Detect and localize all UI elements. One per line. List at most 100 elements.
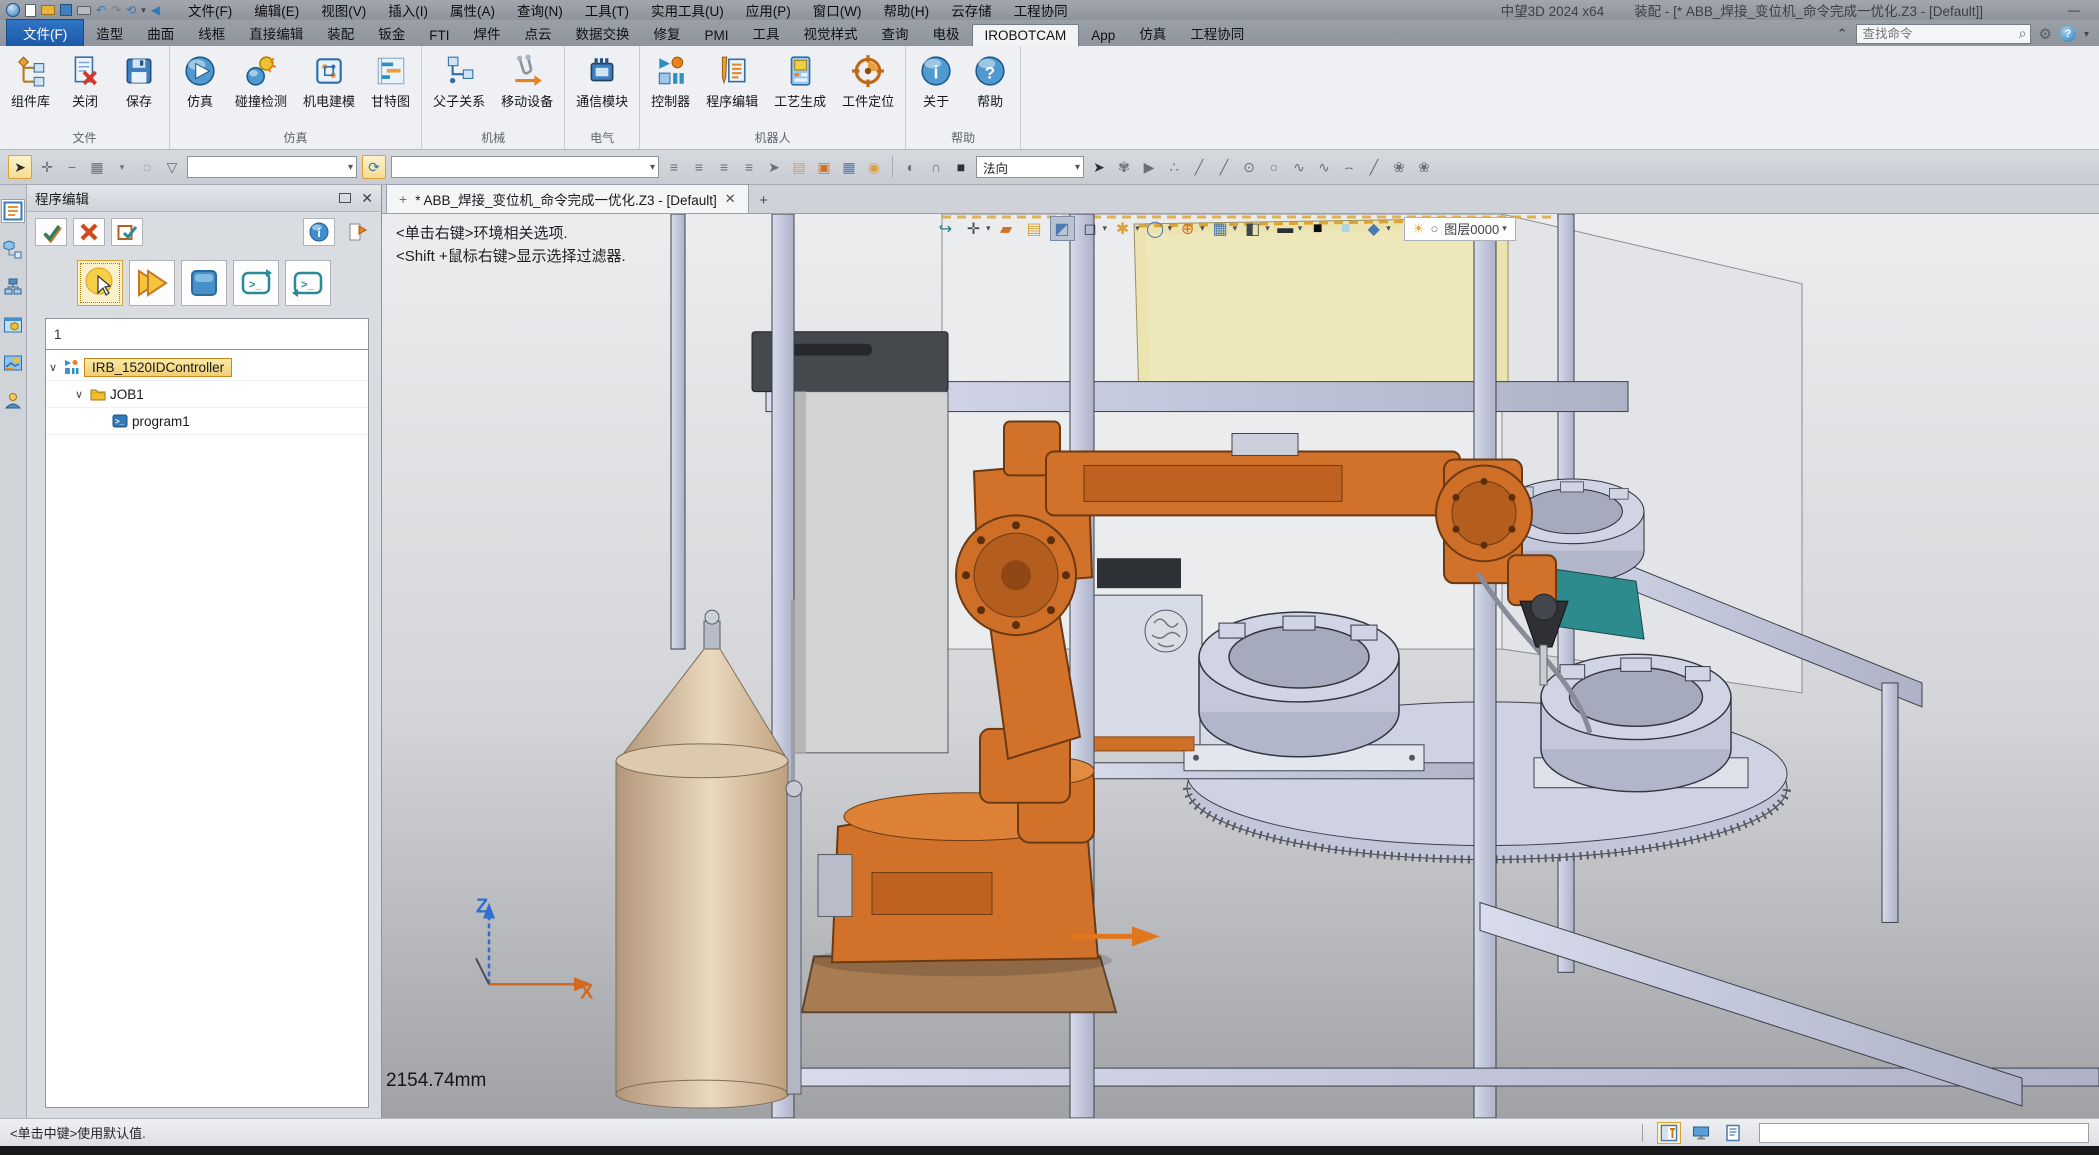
- pan-icon[interactable]: ✛: [961, 216, 986, 241]
- bom-box-icon[interactable]: ▤: [1022, 216, 1047, 241]
- eraser-icon[interactable]: ▰: [994, 216, 1019, 241]
- arc3-icon[interactable]: ⌢: [1339, 159, 1359, 176]
- document-tab[interactable]: + * ABB_焊接_变位机_命令完成一优化.Z3 - [Default] ✕: [386, 184, 749, 213]
- menu-item-collaboration[interactable]: 工程协同: [1004, 0, 1078, 21]
- points-icon[interactable]: ∴: [1164, 159, 1184, 176]
- regen-icon[interactable]: ⟳: [362, 155, 386, 179]
- circle-center-icon[interactable]: ⊙: [1239, 159, 1259, 176]
- layer-selector[interactable]: ☀ ○ 图层0000 ▾: [1404, 217, 1516, 241]
- tab-point-cloud[interactable]: 点云: [513, 20, 564, 46]
- print-icon[interactable]: [77, 6, 91, 15]
- menu-item-insert[interactable]: 插入(I): [378, 0, 438, 21]
- status-panel-toggle-icon[interactable]: [1657, 1122, 1681, 1144]
- spray-icon[interactable]: ✾: [1114, 159, 1134, 176]
- box-blue-icon[interactable]: ▦: [839, 159, 859, 176]
- pick-icon[interactable]: ➤: [764, 159, 784, 176]
- tab-close-icon[interactable]: ✕: [725, 191, 736, 207]
- viewport[interactable]: Z X <单击右键>环境相关选项. <Shift +鼠标右键>显示选择过滤器. …: [382, 214, 2099, 1118]
- dock-program-edit-icon[interactable]: [1, 199, 25, 223]
- add-entity-icon[interactable]: ✛: [37, 159, 57, 176]
- btn-gantt[interactable]: 甘特图: [364, 50, 417, 114]
- status-input-field[interactable]: [1759, 1123, 2089, 1143]
- minimize-window-button[interactable]: —: [2059, 3, 2089, 17]
- menu-item-utilities[interactable]: 实用工具(U): [641, 0, 734, 21]
- btn-close-file[interactable]: 关闭: [59, 50, 111, 114]
- clock-icon[interactable]: ◐: [901, 159, 921, 175]
- help-caret-icon[interactable]: ▾: [2084, 29, 2089, 40]
- menu-item-help[interactable]: 帮助(H): [873, 0, 939, 21]
- tab-wireframe[interactable]: 线框: [186, 20, 237, 46]
- tab-fti[interactable]: FTI: [417, 25, 461, 46]
- apply-edit-button[interactable]: [111, 218, 143, 246]
- dock-assembly-manager-icon[interactable]: [1, 237, 25, 261]
- collapse-ribbon-icon[interactable]: ⌃: [1837, 26, 1848, 42]
- tree-node-program[interactable]: >_ program1: [46, 408, 368, 435]
- panel-close-icon[interactable]: ✕: [361, 190, 373, 207]
- program-row-header[interactable]: 1: [45, 318, 369, 350]
- line-icon-2[interactable]: ╱: [1214, 159, 1234, 176]
- btn-save[interactable]: 保存: [113, 50, 165, 114]
- help-icon[interactable]: ?: [2060, 26, 2076, 42]
- command-search-input[interactable]: [1856, 24, 2031, 44]
- workpiece-ring-right[interactable]: [1541, 654, 1731, 791]
- layer-caret-icon[interactable]: ▾: [1502, 223, 1507, 234]
- menu-item-applications[interactable]: 应用(P): [736, 0, 801, 21]
- frame-post-right[interactable]: [1474, 226, 1496, 1118]
- segment-icon[interactable]: ╱: [1364, 159, 1384, 176]
- section-view-icon[interactable]: ◧: [1240, 216, 1265, 241]
- dock-role-manager-icon[interactable]: [1, 389, 25, 413]
- dock-render-manager-icon[interactable]: [1, 351, 25, 375]
- tree-node-job[interactable]: ∨ JOB1: [46, 381, 368, 408]
- remove-entity-icon[interactable]: −: [62, 159, 82, 175]
- datum-target-icon[interactable]: ⊕: [1175, 216, 1200, 241]
- menu-item-edit[interactable]: 编辑(E): [244, 0, 309, 21]
- list-gold-icon[interactable]: ▤: [789, 159, 809, 176]
- monitor-display-icon[interactable]: ▬: [1273, 216, 1298, 241]
- status-document-icon[interactable]: [1721, 1122, 1745, 1144]
- btn-program-edit[interactable]: 程序编辑: [699, 50, 765, 114]
- tab-file[interactable]: 文件(F): [6, 19, 84, 46]
- tab-simulation[interactable]: 仿真: [1127, 20, 1178, 46]
- menu-item-file[interactable]: 文件(F): [178, 0, 242, 21]
- select-cursor-icon[interactable]: ➤: [8, 155, 32, 179]
- loop-back-button[interactable]: >_: [285, 260, 331, 306]
- line-icon-1[interactable]: ╱: [1189, 159, 1209, 176]
- tab-app[interactable]: App: [1079, 25, 1127, 46]
- fillet-icon-2[interactable]: ❀: [1414, 159, 1434, 176]
- collapse-left-icon[interactable]: ◀: [151, 4, 160, 16]
- color-swatch-icon[interactable]: ■: [1333, 216, 1358, 241]
- material-icon[interactable]: ◆: [1361, 216, 1386, 241]
- selection-filter-dropdown[interactable]: ▾: [187, 156, 357, 178]
- tree-label-program[interactable]: program1: [132, 414, 190, 429]
- btn-process-generate[interactable]: 工艺生成: [767, 50, 833, 114]
- menu-item-tools[interactable]: 工具(T): [575, 0, 639, 21]
- tab-inquire[interactable]: 查询: [870, 20, 921, 46]
- refresh-icon[interactable]: ⟲: [126, 4, 136, 16]
- spline-icon-1[interactable]: ∿: [1289, 159, 1309, 176]
- normal-mode-dropdown[interactable]: 法向▾: [976, 156, 1084, 178]
- entity-list-dropdown[interactable]: ▾: [391, 156, 659, 178]
- settings-gear-icon[interactable]: ⚙: [2039, 25, 2052, 43]
- expand-caret-icon[interactable]: ∨: [72, 388, 86, 401]
- bearing-caret-icon[interactable]: ▾: [1168, 223, 1173, 234]
- btn-mechatronics[interactable]: 机电建模: [296, 50, 362, 114]
- lasso-select-icon[interactable]: ◌: [137, 159, 157, 175]
- section-caret-icon[interactable]: ▾: [1265, 223, 1270, 234]
- workpiece-ring-front[interactable]: [1199, 612, 1399, 757]
- tab-tools[interactable]: 工具: [741, 20, 792, 46]
- new-tab-button[interactable]: +: [749, 187, 779, 213]
- tab-data-exchange[interactable]: 数据交换: [564, 20, 642, 46]
- align-icon-3[interactable]: ≡: [714, 159, 734, 175]
- redo-icon[interactable]: ↷: [111, 4, 121, 16]
- target-gold-icon[interactable]: ◉: [864, 159, 884, 176]
- align-icon-2[interactable]: ≡: [689, 159, 709, 175]
- undo-icon[interactable]: ↶: [96, 4, 106, 16]
- arc-icon[interactable]: ∩: [926, 159, 946, 175]
- monitor-caret-icon[interactable]: ▾: [1298, 223, 1303, 234]
- menu-item-inquire[interactable]: 查询(N): [507, 0, 573, 21]
- fillet-icon-1[interactable]: ❀: [1389, 159, 1409, 176]
- menu-item-cloud[interactable]: 云存储: [941, 0, 1002, 21]
- confirm-button[interactable]: [35, 218, 67, 246]
- btn-simulate[interactable]: 仿真: [174, 50, 226, 114]
- tree-label-controller[interactable]: IRB_1520IDController: [84, 358, 232, 377]
